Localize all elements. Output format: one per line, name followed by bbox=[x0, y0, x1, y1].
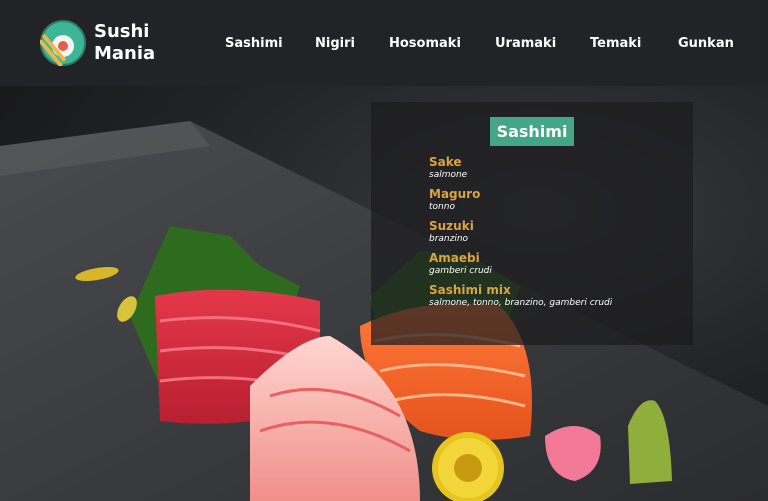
menu-list: Sake salmone Maguro tonno Suzuki branzin… bbox=[429, 155, 689, 315]
menu-item-desc: branzino bbox=[429, 234, 469, 244]
main-nav: Sashimi Nigiri Hosomaki Uramaki Temaki G… bbox=[0, 36, 768, 54]
menu-item-desc: tonno bbox=[429, 202, 455, 212]
nav-item-gunkan[interactable]: Gunkan bbox=[678, 36, 734, 51]
menu-item-desc: salmone, tonno, branzino, gamberi crudi bbox=[429, 298, 613, 308]
menu-item-name: Amaebi bbox=[429, 251, 480, 265]
menu-item-name: Suzuki bbox=[429, 219, 474, 233]
menu-item-name: Maguro bbox=[429, 187, 481, 201]
navbar: Sushi Mania Sashimi Nigiri Hosomaki Uram… bbox=[0, 0, 768, 86]
menu-item: Amaebi gamberi crudi bbox=[429, 251, 689, 277]
nav-item-temaki[interactable]: Temaki bbox=[590, 36, 641, 51]
nav-item-nigiri[interactable]: Nigiri bbox=[315, 36, 355, 51]
menu-title: Sashimi bbox=[490, 117, 574, 146]
menu-item: Suzuki branzino bbox=[429, 219, 689, 245]
menu-item-desc: salmone bbox=[429, 170, 468, 180]
menu-item-name: Sashimi mix bbox=[429, 283, 511, 297]
chrysanthemum-flower bbox=[432, 432, 504, 501]
menu-item-name: Sake bbox=[429, 155, 462, 169]
menu-item: Sake salmone bbox=[429, 155, 689, 181]
menu-item: Sashimi mix salmone, tonno, branzino, ga… bbox=[429, 283, 689, 309]
menu-item-desc: gamberi crudi bbox=[429, 266, 492, 276]
nav-item-uramaki[interactable]: Uramaki bbox=[495, 36, 556, 51]
nav-item-sashimi[interactable]: Sashimi bbox=[225, 36, 283, 51]
nav-item-hosomaki[interactable]: Hosomaki bbox=[389, 36, 461, 51]
menu-item: Maguro tonno bbox=[429, 187, 689, 213]
